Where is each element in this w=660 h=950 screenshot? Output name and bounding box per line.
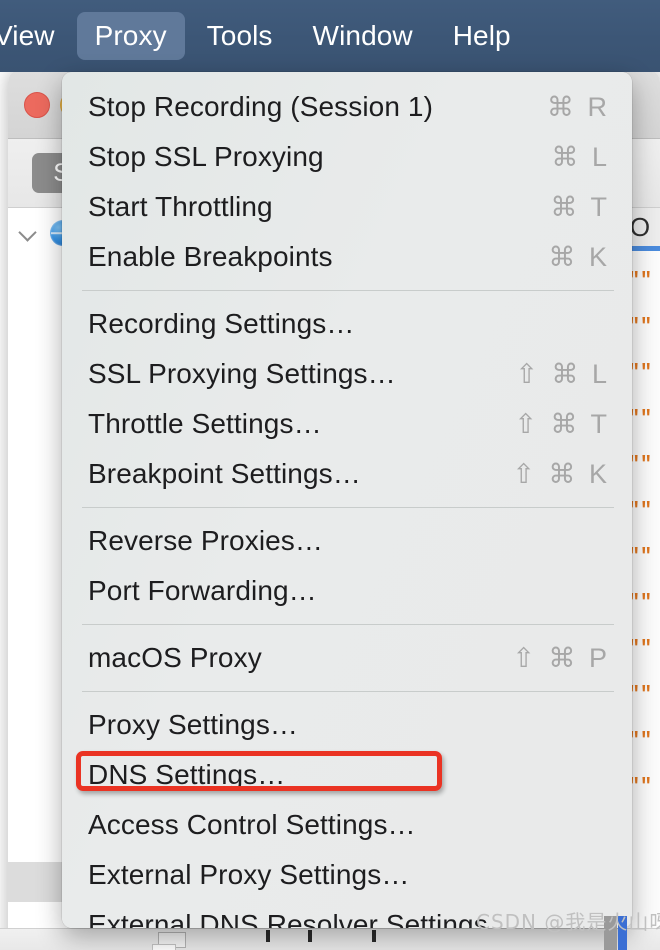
chevron-down-icon[interactable] bbox=[18, 222, 40, 244]
menubar-item-tools[interactable]: Tools bbox=[189, 12, 291, 60]
menu-item-recording-settings[interactable]: Recording Settings… bbox=[62, 299, 632, 349]
menu-item-port-forwarding[interactable]: Port Forwarding… bbox=[62, 566, 632, 616]
menu-item-breakpoint-settings[interactable]: Breakpoint Settings… ⇧ ⌘ K bbox=[62, 449, 632, 499]
menu-separator bbox=[82, 290, 614, 291]
menu-separator bbox=[82, 691, 614, 692]
menu-item-label: External Proxy Settings… bbox=[88, 859, 410, 890]
menu-item-ssl-proxying-settings[interactable]: SSL Proxying Settings… ⇧ ⌘ L bbox=[62, 349, 632, 399]
menu-item-stop-ssl-proxying[interactable]: Stop SSL Proxying ⌘ L bbox=[62, 132, 632, 182]
menu-item-macos-proxy[interactable]: macOS Proxy ⇧ ⌘ P bbox=[62, 633, 632, 683]
menu-item-shortcut: ⇧ ⌘ K bbox=[512, 458, 610, 489]
menu-item-dns-settings[interactable]: DNS Settings… bbox=[62, 750, 632, 800]
menubar-item-view[interactable]: View bbox=[0, 12, 73, 60]
menu-item-shortcut: ⌘ K bbox=[548, 241, 610, 272]
menu-item-proxy-settings[interactable]: Proxy Settings… bbox=[62, 700, 632, 750]
menu-item-label: Start Throttling bbox=[88, 191, 273, 222]
menu-separator bbox=[82, 624, 614, 625]
menu-item-label: Port Forwarding… bbox=[88, 575, 317, 606]
menubar-item-help[interactable]: Help bbox=[435, 12, 529, 60]
menu-item-label: macOS Proxy bbox=[88, 642, 262, 673]
menu-item-stop-recording[interactable]: Stop Recording (Session 1) ⌘ R bbox=[62, 82, 632, 132]
close-window-button[interactable] bbox=[24, 92, 50, 118]
status-tick bbox=[308, 930, 312, 942]
menu-item-enable-breakpoints[interactable]: Enable Breakpoints ⌘ K bbox=[62, 232, 632, 282]
menu-item-access-control-settings[interactable]: Access Control Settings… bbox=[62, 800, 632, 850]
watermark-text: CSDN @我是火山呀 bbox=[476, 910, 660, 934]
menu-item-shortcut: ⇧ ⌘ P bbox=[512, 642, 610, 673]
menu-item-label: DNS Settings… bbox=[88, 759, 286, 790]
menu-item-label: Access Control Settings… bbox=[88, 809, 416, 840]
menu-item-label: SSL Proxying Settings… bbox=[88, 358, 396, 389]
menu-item-label: Stop Recording (Session 1) bbox=[88, 91, 433, 122]
menu-item-start-throttling[interactable]: Start Throttling ⌘ T bbox=[62, 182, 632, 232]
menu-item-shortcut: ⇧ ⌘ L bbox=[515, 358, 610, 389]
menu-item-label: Enable Breakpoints bbox=[88, 241, 333, 272]
status-tick bbox=[372, 930, 376, 942]
macos-menu-bar: View Proxy Tools Window Help bbox=[0, 0, 660, 72]
menu-item-external-proxy-settings[interactable]: External Proxy Settings… bbox=[62, 850, 632, 900]
screen-root: Stop O "" "" "" "" "" "" "" "" "" "" "" bbox=[0, 0, 660, 950]
document-icon bbox=[152, 944, 176, 950]
menubar-item-proxy[interactable]: Proxy bbox=[76, 12, 185, 60]
menu-item-shortcut: ⌘ L bbox=[551, 141, 610, 172]
menu-item-shortcut: ⌘ T bbox=[550, 191, 610, 222]
menu-item-label: Proxy Settings… bbox=[88, 709, 299, 740]
menu-item-label: Reverse Proxies… bbox=[88, 525, 324, 556]
menu-item-label: External DNS Resolver Settings… bbox=[88, 909, 516, 928]
menu-item-label: Breakpoint Settings… bbox=[88, 458, 361, 489]
menu-item-label: Throttle Settings… bbox=[88, 408, 322, 439]
status-tick bbox=[266, 930, 270, 942]
proxy-dropdown-menu: Stop Recording (Session 1) ⌘ R Stop SSL … bbox=[62, 72, 632, 928]
menu-item-label: Stop SSL Proxying bbox=[88, 141, 324, 172]
menu-item-reverse-proxies[interactable]: Reverse Proxies… bbox=[62, 516, 632, 566]
menu-item-shortcut: ⌘ R bbox=[547, 91, 610, 122]
menu-item-label: Recording Settings… bbox=[88, 308, 355, 339]
menu-item-throttle-settings[interactable]: Throttle Settings… ⇧ ⌘ T bbox=[62, 399, 632, 449]
menu-item-shortcut: ⇧ ⌘ T bbox=[514, 408, 610, 439]
menu-separator bbox=[82, 507, 614, 508]
menubar-item-window[interactable]: Window bbox=[295, 12, 431, 60]
